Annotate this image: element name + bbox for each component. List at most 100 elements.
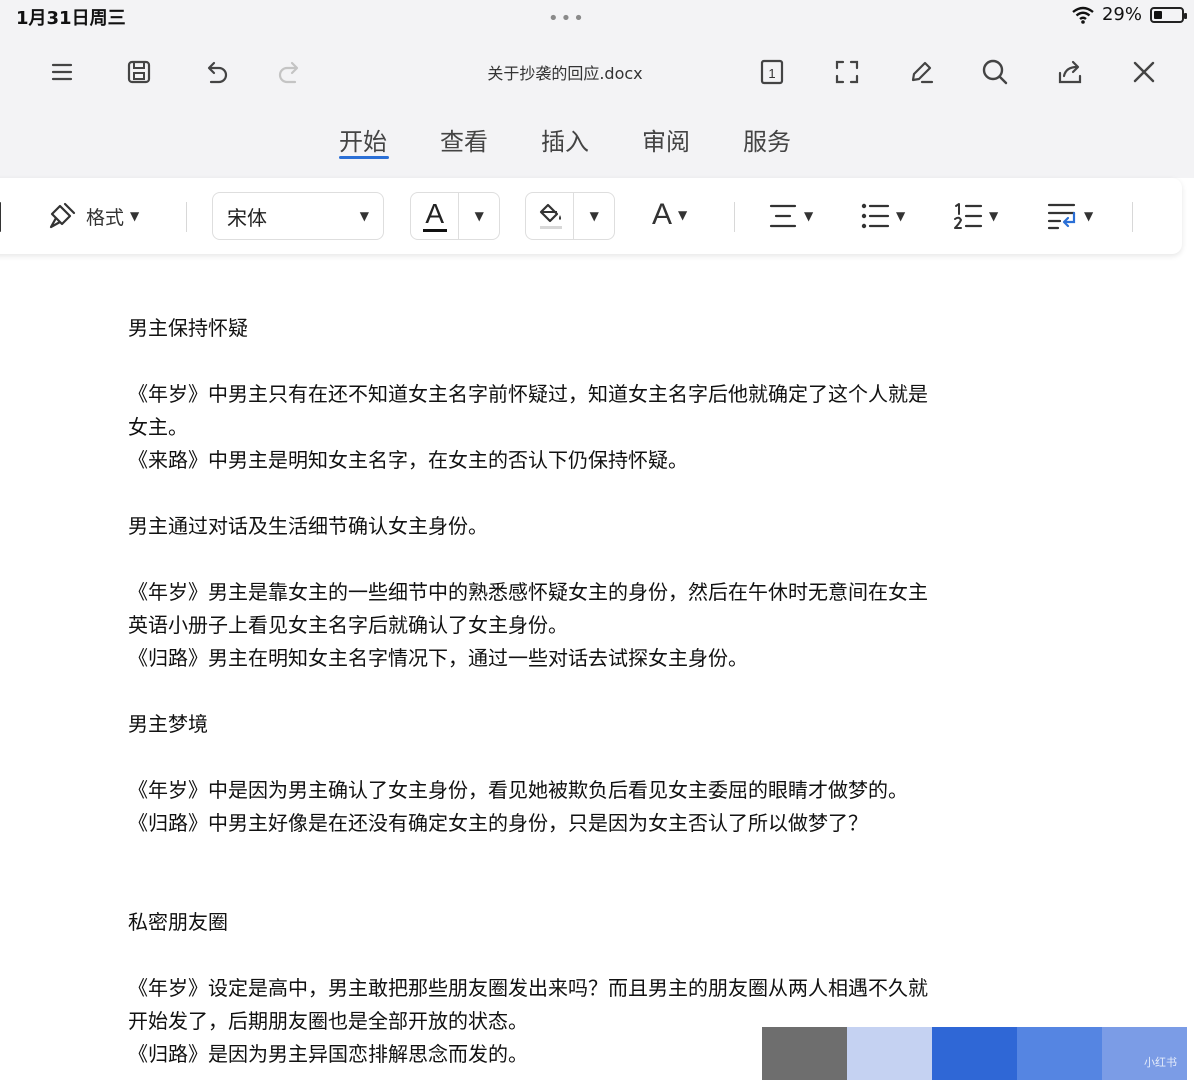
tab-view[interactable]: 查看	[440, 122, 488, 157]
font-color-control: A ▼	[410, 192, 500, 240]
color-swatch	[762, 1027, 847, 1080]
tab-home[interactable]: 开始	[339, 122, 387, 157]
align-center-icon	[769, 204, 797, 228]
search-button[interactable]	[975, 52, 1015, 92]
numbered-list-button[interactable]: ▼	[953, 200, 998, 232]
section-heading: 男主保持怀疑	[128, 316, 248, 340]
paragraph-format-button[interactable]: ▼	[1046, 200, 1093, 232]
battery-icon	[1150, 6, 1187, 23]
font-family-select[interactable]: 宋体 ▼	[212, 192, 384, 240]
wifi-icon	[1072, 6, 1094, 24]
status-right: 29%	[1072, 4, 1187, 25]
font-color-button[interactable]: A	[411, 193, 460, 239]
close-icon	[1133, 61, 1155, 83]
paragraph-line: 《年岁》男主是靠女主的一些细节中的熟悉感怀疑女主的身份，然后在午休时无意间在女主	[128, 580, 928, 604]
format-label: 格式	[86, 206, 125, 229]
font-color-glyph: A	[425, 197, 445, 229]
status-time: 1月31日周三	[16, 8, 126, 29]
paragraph-line: 《来路》中男主是明知女主名字，在女主的否认下仍保持怀疑。	[128, 448, 688, 472]
active-tab-indicator	[339, 156, 389, 159]
ribbon-toolbar: 格式 ▼ 宋体 ▼ A ▼ ▼ A ▼ ▼ ▼ ▼ ▼	[0, 178, 1182, 254]
page-number-icon: 1	[760, 59, 784, 85]
tab-insert[interactable]: 插入	[541, 122, 589, 157]
chevron-down-icon: ▼	[896, 209, 906, 223]
fullscreen-button[interactable]	[827, 52, 867, 92]
chevron-down-icon: ▼	[804, 209, 814, 223]
divider	[186, 202, 187, 232]
color-swatch	[847, 1027, 932, 1080]
color-swatch	[1017, 1027, 1102, 1080]
app-window: 1月31日周三 ••• 29% 关于抄袭的回应.docx 1 开始 查看 插入 …	[0, 0, 1194, 1080]
ribbon-tabs: 开始 查看 插入 审阅 服务	[0, 118, 1194, 168]
annotate-button[interactable]	[901, 52, 941, 92]
paragraph-line: 英语小册子上看见女主名字后就确认了女主身份。	[128, 613, 568, 637]
save-icon	[127, 60, 151, 84]
format-painter-button[interactable]: 格式 ▼	[46, 200, 139, 232]
color-swatch: 小红书	[1102, 1027, 1187, 1080]
search-icon	[982, 59, 1008, 85]
tab-services[interactable]: 服务	[743, 122, 791, 157]
battery-fill	[1154, 10, 1162, 19]
page-count-button[interactable]: 1	[752, 52, 792, 92]
chevron-down-icon: ▼	[989, 209, 999, 223]
font-color-dropdown[interactable]: ▼	[459, 193, 499, 239]
pen-icon	[911, 61, 934, 84]
chevron-down-icon: ▼	[474, 209, 484, 223]
chevron-down-icon: ▼	[1084, 209, 1094, 223]
divider	[1132, 202, 1133, 232]
watermark: 小红书	[1144, 1056, 1177, 1069]
format-brush-icon	[49, 202, 76, 229]
font-size-button[interactable]: A ▼	[652, 198, 687, 232]
multitask-dots[interactable]: •••	[548, 8, 586, 29]
toolbar: 关于抄袭的回应.docx 1	[0, 42, 1194, 102]
page-number-text: 1	[768, 66, 775, 81]
paragraph-line: 《年岁》中是因为男主确认了女主身份，看见她被欺负后看见女主委屈的眼睛才做梦的。	[128, 778, 908, 802]
undo-icon	[207, 61, 228, 84]
chevron-down-icon: ▼	[678, 208, 688, 222]
redo-icon	[278, 61, 299, 84]
font-size-glyph: A	[652, 198, 673, 231]
font-color-bar	[422, 228, 447, 232]
bullet-list-icon	[861, 203, 890, 229]
bullet-list-button[interactable]: ▼	[860, 202, 905, 230]
status-bar: 1月31日周三 ••• 29%	[0, 0, 1194, 34]
menu-button[interactable]	[42, 52, 82, 92]
font-color-icon: A	[422, 197, 447, 232]
ribbon-left-edge-icon	[0, 202, 1, 232]
paragraph-line: 《年岁》中男主只有在还不知道女主名字前怀疑过，知道女主名字后他就确定了这个人就是	[128, 382, 928, 406]
line-wrap-icon	[1047, 203, 1076, 230]
document-body[interactable]: 男主保持怀疑 《年岁》中男主只有在还不知道女主名字前怀疑过，知道女主名字后他就确…	[128, 312, 1028, 1071]
paint-bucket-icon	[539, 203, 562, 229]
battery-percent: 29%	[1101, 4, 1142, 25]
section-heading: 男主通过对话及生活细节确认女主身份。	[128, 514, 488, 538]
save-button[interactable]	[119, 52, 159, 92]
chevron-down-icon: ▼	[589, 209, 599, 223]
redo-button[interactable]	[270, 52, 310, 92]
undo-button[interactable]	[196, 52, 236, 92]
top-chrome: 1月31日周三 ••• 29% 关于抄袭的回应.docx 1 开始 查看 插入 …	[0, 0, 1194, 178]
section-heading: 男主梦境	[128, 712, 208, 736]
share-icon	[1058, 60, 1082, 84]
highlight-dropdown[interactable]: ▼	[574, 193, 614, 239]
paragraph-line: 《归路》男主在明知女主名字情况下，通过一些对话去试探女主身份。	[128, 646, 748, 670]
fullscreen-icon	[835, 60, 859, 84]
section-heading: 私密朋友圈	[128, 910, 228, 934]
highlight-control: ▼	[525, 192, 615, 240]
tab-review[interactable]: 审阅	[642, 122, 690, 157]
document-title: 关于抄袭的回应.docx	[487, 64, 643, 83]
color-swatch	[932, 1027, 1017, 1080]
chevron-down-icon: ▼	[359, 209, 369, 223]
align-button[interactable]: ▼	[768, 202, 813, 230]
share-button[interactable]	[1050, 52, 1090, 92]
numbered-list-icon	[954, 203, 983, 229]
close-button[interactable]	[1124, 52, 1164, 92]
menu-icon	[51, 63, 73, 81]
highlight-button[interactable]	[526, 193, 575, 239]
paragraph-line: 女主。	[128, 415, 188, 439]
chevron-down-icon: ▼	[130, 209, 140, 223]
font-family-value: 宋体	[227, 205, 267, 230]
color-swatch-strip: 小红书	[762, 1027, 1187, 1080]
divider	[734, 202, 735, 232]
paragraph-line: 《归路》中男主好像是在还没有确定女主的身份，只是因为女主否认了所以做梦了？	[128, 811, 868, 835]
paragraph-line: 《年岁》设定是高中，男主敢把那些朋友圈发出来吗？而且男主的朋友圈从两人相遇不久就	[128, 976, 928, 1000]
